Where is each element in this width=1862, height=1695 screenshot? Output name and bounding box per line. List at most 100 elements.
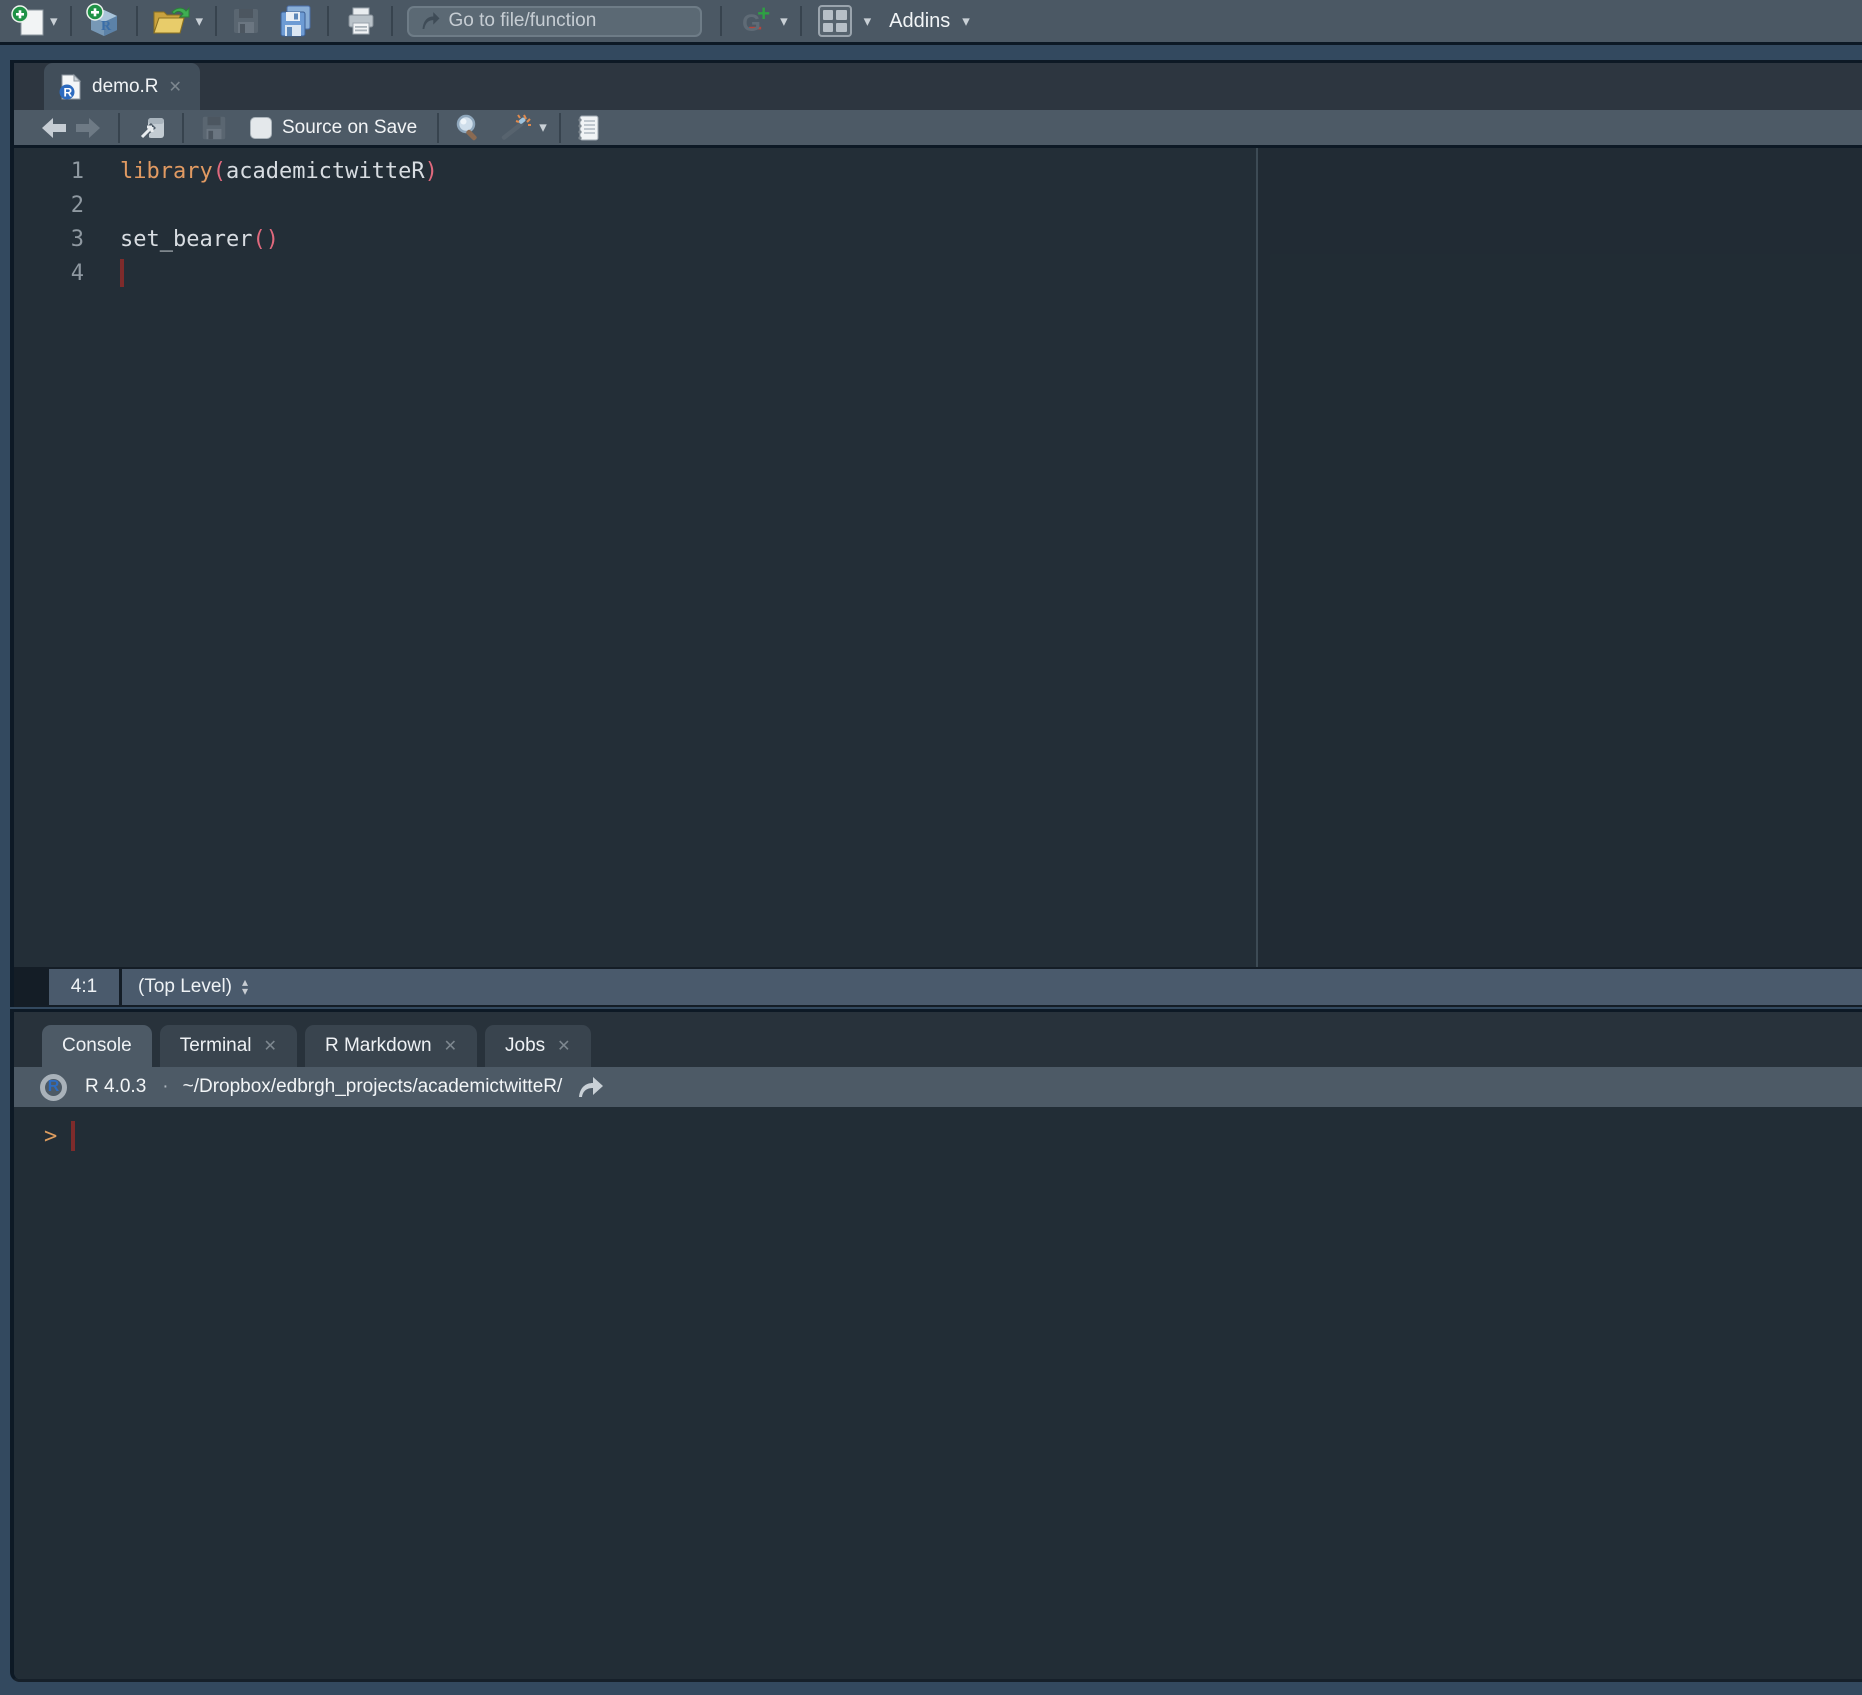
tab-jobs[interactable]: Jobs ✕: [485, 1025, 591, 1067]
open-file-caret-icon[interactable]: ▾: [196, 14, 204, 29]
magnifier-icon: [453, 113, 483, 143]
toolbar-separator: [720, 6, 722, 36]
toolbar-separator: [182, 113, 184, 143]
magic-wand-icon: [499, 113, 533, 143]
svg-text:R: R: [101, 19, 112, 34]
show-in-new-window-button[interactable]: [136, 114, 168, 142]
code-editor[interactable]: 1 library(academictwitteR) 2 3 set_beare…: [14, 148, 1862, 967]
tab-console[interactable]: Console: [42, 1025, 152, 1067]
toolbar-separator: [136, 6, 138, 36]
popout-window-icon: [136, 114, 168, 142]
editor-toolbar: Source on Save: [14, 110, 1862, 148]
tab-close-icon[interactable]: ✕: [264, 1036, 277, 1056]
save-all-icon: [277, 4, 313, 38]
tab-label: Console: [62, 1035, 132, 1057]
back-button[interactable]: [40, 116, 68, 140]
goto-file-function-box[interactable]: [407, 6, 702, 37]
console-body[interactable]: >: [14, 1107, 1862, 1679]
new-project-button[interactable]: R: [84, 2, 124, 40]
save-button-disabled[interactable]: [231, 6, 261, 36]
git-g-glyph: G: [742, 10, 761, 38]
source-pane: R demo.R ✕: [10, 60, 1862, 1007]
r-file-icon: R: [58, 73, 82, 101]
compile-report-button[interactable]: [575, 113, 601, 143]
r-version-label: R 4.0.3: [85, 1076, 146, 1098]
text-cursor: [120, 259, 124, 287]
editor-save-button-disabled[interactable]: [200, 114, 228, 142]
version-control-button[interactable]: + − G: [740, 4, 770, 38]
code-token: ): [425, 159, 438, 184]
new-file-caret-icon[interactable]: ▾: [50, 14, 58, 29]
line-number: 2: [14, 193, 84, 218]
toolbar-separator: [118, 113, 120, 143]
source-on-save-checkbox[interactable]: [250, 117, 272, 139]
console-tab-bar: Console Terminal ✕ R Markdown ✕ Jobs ✕: [14, 1012, 1862, 1067]
toolbar-separator: [70, 6, 72, 36]
goto-file-function-input[interactable]: [448, 10, 690, 32]
addins-caret-icon[interactable]: ▾: [962, 14, 970, 29]
tab-close-icon[interactable]: ✕: [557, 1036, 570, 1056]
toolbar-separator: [800, 6, 802, 36]
find-replace-button[interactable]: [453, 113, 483, 143]
console-header: R R 4.0.3 · ~/Dropbox/edbrgh_projects/ac…: [14, 1067, 1862, 1107]
toolbar-separator: [559, 113, 561, 143]
addins-menu[interactable]: Addins: [889, 10, 950, 33]
save-all-button[interactable]: [277, 4, 313, 38]
new-file-button[interactable]: [10, 3, 46, 39]
header-dot-separator: ·: [162, 1076, 168, 1098]
tab-title: demo.R: [92, 76, 159, 98]
source-status-bar: 4:1 (Top Level) ▴▾: [14, 967, 1862, 1007]
tab-label: R Markdown: [325, 1035, 432, 1057]
code-token: (: [213, 159, 226, 184]
tab-label: Terminal: [180, 1035, 252, 1057]
new-file-icon: [10, 3, 46, 39]
forward-button[interactable]: [74, 116, 102, 140]
source-tab-bar: R demo.R ✕: [14, 63, 1862, 110]
print-icon: [345, 5, 377, 37]
tab-demo-r[interactable]: R demo.R ✕: [44, 63, 200, 110]
line-number: 1: [14, 159, 84, 184]
code-tools-caret-icon[interactable]: ▾: [539, 120, 547, 135]
goto-arrow-icon: [419, 10, 440, 32]
line-number: 3: [14, 227, 84, 252]
toolbar-separator: [437, 113, 439, 143]
console-cursor: [71, 1121, 75, 1151]
scope-selector[interactable]: (Top Level) ▴▾: [122, 969, 1862, 1005]
overwidth-shade: [1258, 148, 1862, 967]
toolbar-separator: [391, 6, 393, 36]
tab-close-icon[interactable]: ✕: [444, 1036, 457, 1056]
workspace-panes-caret-icon[interactable]: ▾: [864, 14, 872, 29]
print-button[interactable]: [345, 5, 377, 37]
code-token: set_bearer: [120, 227, 252, 252]
save-icon: [200, 114, 228, 142]
open-file-button[interactable]: [150, 4, 192, 38]
toolbar-separator: [215, 6, 217, 36]
open-folder-icon: [150, 4, 192, 38]
console-pane: Console Terminal ✕ R Markdown ✕ Jobs ✕ R…: [10, 1009, 1862, 1682]
new-project-icon: R: [84, 2, 124, 40]
scope-spinner-icon[interactable]: ▴▾: [242, 978, 248, 996]
svg-text:R: R: [64, 85, 73, 99]
console-prompt: >: [44, 1124, 57, 1149]
working-directory-label[interactable]: ~/Dropbox/edbrgh_projects/academictwitte…: [183, 1076, 563, 1098]
goto-working-directory-icon[interactable]: [576, 1075, 606, 1099]
code-token: academictwitteR: [226, 159, 425, 184]
r-logo-icon: R: [40, 1074, 67, 1101]
tab-r-markdown[interactable]: R Markdown ✕: [305, 1025, 477, 1067]
main-toolbar: ▾ R ▾: [0, 0, 1862, 45]
workspace-panes-button[interactable]: [818, 5, 852, 37]
tab-terminal[interactable]: Terminal ✕: [160, 1025, 297, 1067]
code-tools-button[interactable]: [499, 113, 533, 143]
code-token: library: [120, 159, 213, 184]
workspace: R demo.R ✕: [10, 60, 1862, 1682]
tab-close-icon[interactable]: ✕: [169, 77, 182, 97]
back-arrow-icon: [40, 116, 68, 140]
code-token: (): [252, 227, 279, 252]
console-prompt-row: >: [44, 1121, 1862, 1151]
source-on-save-label: Source on Save: [282, 117, 417, 139]
line-number: 4: [14, 261, 84, 286]
tab-label: Jobs: [505, 1035, 545, 1057]
version-control-caret-icon[interactable]: ▾: [780, 14, 788, 29]
cursor-position-indicator: 4:1: [49, 969, 119, 1005]
toolbar-separator: [327, 6, 329, 36]
